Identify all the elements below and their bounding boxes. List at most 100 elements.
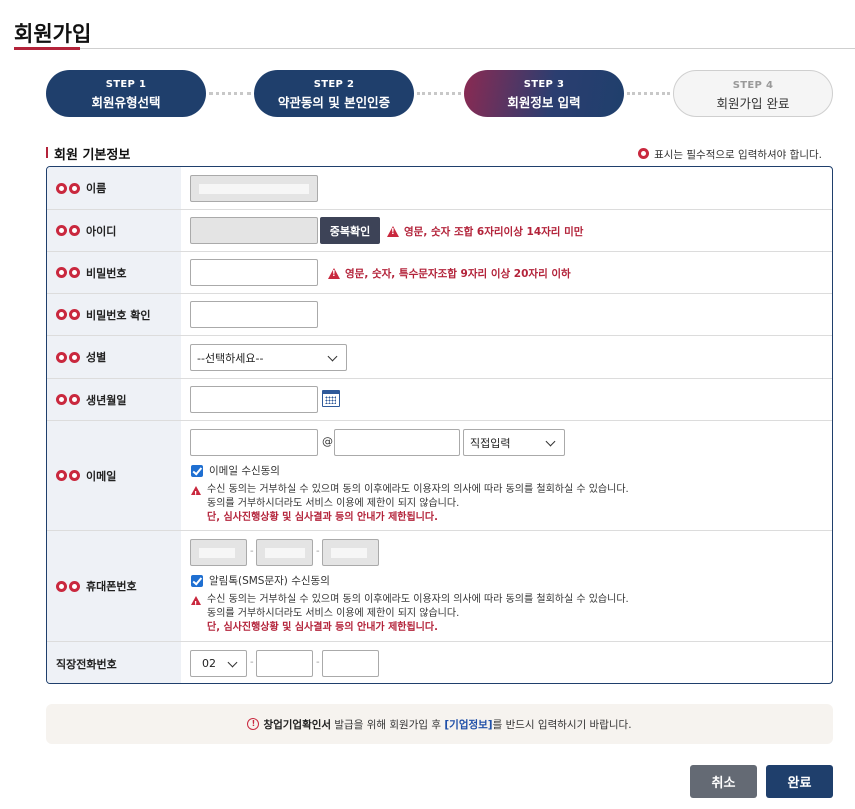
step-3-current: STEP 3 회원정보 입력 — [464, 70, 624, 117]
step-2-name: 약관동의 및 본인인증 — [277, 95, 391, 110]
done-button[interactable]: 완료 — [766, 765, 833, 798]
step-2-number: STEP 2 — [313, 79, 355, 90]
sms-consent-notice: 수신 동의는 거부하실 수 있으며 동의 이후에라도 이용자의 의사에 따라 동… — [191, 593, 629, 635]
cancel-button[interactable]: 취소 — [690, 765, 757, 798]
required-icon — [56, 470, 67, 481]
step-1: STEP 1 회원유형선택 — [46, 70, 206, 117]
required-note-text: 표시는 필수적으로 입력하셔야 합니다. — [654, 149, 822, 161]
id-duplicate-check-button[interactable]: 중복확인 — [320, 217, 380, 244]
title-accent-bar — [14, 47, 80, 50]
row-name: 이름 — [47, 167, 832, 210]
password-hint: 영문, 숫자, 특수문자조합 9자리 이상 20자리 이하 — [328, 266, 571, 281]
row-birth: 생년월일 — [47, 379, 832, 421]
required-icon — [69, 394, 80, 405]
id-input[interactable] — [190, 217, 318, 244]
mobile-part-3 — [322, 539, 379, 566]
email-domain-select-value: 직접입력 — [470, 436, 511, 450]
notice-text-2: 동의를 거부하시더라도 서비스 이용에 제한이 되지 않습니다. — [207, 608, 460, 619]
email-domain-select[interactable]: 직접입력 — [463, 429, 565, 456]
email-domain-input[interactable] — [334, 429, 460, 456]
sms-consent-checkbox[interactable]: 알림톡(SMS문자) 수신동의 — [191, 573, 330, 588]
row-mobile: 휴대폰번호 - - 알림톡(SMS문자) 수신동의 수신 동의는 거부하실 수 … — [47, 531, 832, 642]
masked-value — [199, 548, 235, 558]
work-phone-part-3[interactable] — [322, 650, 379, 677]
password-confirm-input[interactable] — [190, 301, 318, 328]
label-cell: 성별 — [47, 336, 181, 378]
email-consent-label: 이메일 수신동의 — [209, 465, 280, 477]
mobile-label: 휴대폰번호 — [86, 580, 137, 593]
label-cell: 이메일 — [47, 421, 181, 530]
work-phone-label: 직장전화번호 — [56, 657, 117, 671]
required-icon — [637, 148, 649, 159]
notice-line: 수신 동의는 거부하실 수 있으며 동의 이후에라도 이용자의 의사에 따라 동… — [191, 593, 629, 611]
masked-value — [265, 548, 305, 558]
row-email: 이메일 @ 직접입력 이메일 수신동의 수신 동의는 거부하실 수 있으며 동의… — [47, 421, 832, 531]
checkbox-checked-icon[interactable] — [191, 574, 203, 587]
step-3-name: 회원정보 입력 — [507, 95, 581, 110]
required-icon — [56, 351, 67, 363]
notice-text-3: 단, 심사진행상황 및 심사결과 등의 안내가 제한됩니다. — [207, 622, 438, 633]
required-icon — [69, 470, 80, 481]
password-hint-text: 영문, 숫자, 특수문자조합 9자리 이상 20자리 이하 — [345, 268, 571, 280]
work-phone-part-2[interactable] — [256, 650, 313, 677]
notice-text-2: 동의를 거부하시더라도 서비스 이용에 제한이 되지 않습니다. — [207, 498, 460, 509]
step-1-number: STEP 1 — [105, 79, 147, 90]
notice-text-3: 단, 심사진행상황 및 심사결과 등의 안내가 제한됩니다. — [207, 512, 438, 523]
required-icon — [56, 225, 67, 236]
work-phone-dash: - — [250, 657, 254, 668]
label-cell: 아이디 — [47, 210, 181, 251]
info-text-1: 발급을 위해 회원가입 후 — [331, 718, 445, 731]
name-field — [190, 175, 318, 202]
step-2: STEP 2 약관동의 및 본인인증 — [254, 70, 414, 117]
work-phone-area-select[interactable]: 02 — [190, 650, 247, 677]
required-icon — [69, 351, 80, 363]
label-cell: 비밀번호 확인 — [47, 294, 181, 335]
notice-text-1: 수신 동의는 거부하실 수 있으며 동의 이후에라도 이용자의 의사에 따라 동… — [207, 484, 629, 495]
notice-text-1: 수신 동의는 거부하실 수 있으며 동의 이후에라도 이용자의 의사에 따라 동… — [207, 594, 629, 605]
email-id-input[interactable] — [190, 429, 318, 456]
label-cell: 직장전화번호 — [47, 642, 181, 683]
step-3-number: STEP 3 — [523, 79, 565, 90]
page-title: 회원가입 — [14, 22, 92, 46]
section-title: 회원 기본정보 — [46, 144, 130, 163]
info-emphasis: 창업기업확인서 — [263, 718, 332, 731]
step-1-name: 회원유형선택 — [91, 95, 161, 110]
required-icon — [69, 267, 80, 278]
step-connector — [627, 92, 670, 95]
email-at-sign: @ — [322, 435, 333, 448]
required-icon — [69, 225, 80, 236]
required-icon — [69, 580, 80, 592]
gender-select-value: --선택하세요-- — [197, 351, 264, 365]
row-work-phone: 직장전화번호 02 - - — [47, 642, 832, 683]
member-form: 이름 아이디 중복확인 영문, 숫자 조합 6자리이상 14자리 미만 비밀번호… — [46, 166, 833, 684]
password-input[interactable] — [190, 259, 318, 286]
label-cell: 생년월일 — [47, 379, 181, 420]
warning-icon — [191, 485, 201, 501]
email-consent-notice: 수신 동의는 거부하실 수 있으며 동의 이후에라도 이용자의 의사에 따라 동… — [191, 483, 629, 525]
exclamation-icon: ! — [247, 718, 260, 730]
email-label: 이메일 — [86, 469, 117, 483]
info-text-2: 를 반드시 입력하시기 바랍니다. — [492, 718, 632, 731]
id-hint: 영문, 숫자 조합 6자리이상 14자리 미만 — [387, 224, 583, 239]
step-4-number: STEP 4 — [732, 80, 774, 91]
gender-label: 성별 — [86, 351, 107, 364]
password-label: 비밀번호 — [86, 266, 127, 280]
company-info-link[interactable]: [기업정보] — [444, 717, 492, 732]
required-icon — [56, 309, 67, 320]
row-password: 비밀번호 영문, 숫자, 특수문자조합 9자리 이상 20자리 이하 — [47, 252, 832, 294]
gender-select[interactable]: --선택하세요-- — [190, 344, 347, 371]
step-connector — [209, 92, 251, 95]
row-gender: 성별 --선택하세요-- — [47, 336, 832, 379]
id-hint-text: 영문, 숫자 조합 6자리이상 14자리 미만 — [404, 226, 584, 238]
step-4: STEP 4 회원가입 완료 — [673, 70, 833, 117]
title-divider — [14, 48, 855, 49]
required-icon — [69, 182, 80, 194]
work-phone-dash: - — [316, 657, 320, 668]
checkbox-checked-icon[interactable] — [191, 464, 203, 477]
email-consent-checkbox[interactable]: 이메일 수신동의 — [191, 463, 280, 478]
birth-date-input[interactable] — [190, 386, 318, 413]
work-phone-area-value: 02 — [202, 657, 216, 670]
required-icon — [56, 394, 67, 405]
calendar-icon[interactable] — [322, 390, 340, 407]
step-connector — [417, 92, 461, 95]
